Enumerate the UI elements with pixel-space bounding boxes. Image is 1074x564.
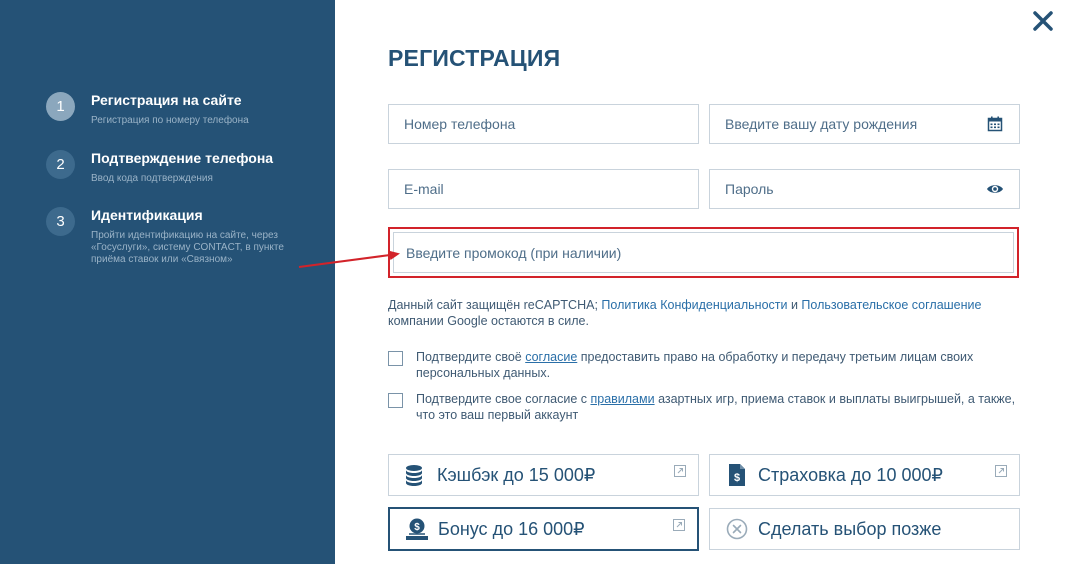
- external-link-icon: [674, 464, 686, 477]
- recaptcha-text: и: [787, 298, 802, 312]
- external-link-icon: [995, 464, 1007, 477]
- annotation-arrow-icon: [298, 250, 400, 268]
- external-link-icon: [673, 518, 685, 531]
- coins-icon: [404, 463, 428, 487]
- recaptcha-text: компании Google остаются в силе.: [388, 314, 589, 328]
- step-description: Пройти идентификацию на сайте, через «Го…: [91, 230, 284, 265]
- step-number: 2: [46, 150, 75, 179]
- bonus-option[interactable]: $ Бонус до 16 000₽: [388, 507, 699, 551]
- step-description: Регистрация по номеру телефона: [91, 115, 249, 126]
- choose-later-option[interactable]: Сделать выбор позже: [709, 508, 1020, 550]
- birthdate-field[interactable]: [709, 104, 1020, 144]
- cashback-option[interactable]: Кэшбэк до 15 000₽: [388, 454, 699, 496]
- svg-text:$: $: [734, 472, 740, 484]
- calendar-icon[interactable]: [986, 115, 1004, 133]
- steps-sidebar: 1 Регистрация на сайте Регистрация по но…: [0, 0, 335, 564]
- password-field[interactable]: [709, 169, 1020, 209]
- email-input[interactable]: [404, 181, 683, 197]
- phone-field[interactable]: [388, 104, 699, 144]
- close-button[interactable]: [1030, 8, 1056, 34]
- bonus-label: Бонус до 16 000₽: [438, 518, 585, 539]
- insurance-label: Страховка до 10 000₽: [758, 464, 943, 485]
- close-icon: [1033, 11, 1053, 31]
- promo-highlight: [388, 227, 1019, 278]
- email-field[interactable]: [388, 169, 699, 209]
- registration-form: РЕГИСТРАЦИЯ Номер телефона Введите вашу …: [335, 0, 1074, 564]
- cancel-circle-icon: [725, 517, 749, 541]
- promo-input[interactable]: [406, 244, 1001, 261]
- document-icon: $: [725, 463, 749, 487]
- consent-text: Подтвердите своё согласие предоставить п…: [416, 349, 1016, 381]
- step-title: Подтверждение телефона: [91, 150, 274, 166]
- money-hand-icon: $: [405, 517, 429, 541]
- consent-link[interactable]: согласие: [525, 350, 577, 364]
- recaptcha-notice: Данный сайт защищён reCAPTCHA; Политика …: [388, 297, 1028, 329]
- eye-icon[interactable]: [986, 180, 1004, 198]
- terms-link[interactable]: Пользовательское соглашение: [801, 298, 981, 312]
- promo-field[interactable]: [393, 232, 1014, 273]
- svg-text:$: $: [414, 522, 420, 533]
- recaptcha-text: Данный сайт защищён reCAPTCHA;: [388, 298, 602, 312]
- step-number: 3: [46, 207, 75, 236]
- password-input[interactable]: [725, 181, 986, 197]
- privacy-policy-link[interactable]: Политика Конфиденциальности: [601, 298, 787, 312]
- choose-later-label: Сделать выбор позже: [758, 518, 942, 539]
- step-title: Регистрация на сайте: [91, 92, 242, 108]
- consent-text: Подтвердите свое согласие с правилами аз…: [416, 391, 1016, 423]
- page-title: РЕГИСТРАЦИЯ: [388, 45, 561, 71]
- consent-rules-checkbox[interactable]: [388, 393, 403, 408]
- consent-personal-data-checkbox[interactable]: [388, 351, 403, 366]
- step-title: Идентификация: [91, 207, 203, 223]
- consent-text-part: Подтвердите свое согласие с: [416, 392, 591, 406]
- registration-modal: 1 Регистрация на сайте Регистрация по но…: [0, 0, 1074, 564]
- insurance-option[interactable]: $ Страховка до 10 000₽: [709, 454, 1020, 496]
- birthdate-input[interactable]: [725, 116, 986, 132]
- phone-input[interactable]: [404, 116, 683, 132]
- step-description: Ввод кода подтверждения: [91, 173, 213, 184]
- consent-text-part: Подтвердите своё: [416, 350, 526, 364]
- cashback-label: Кэшбэк до 15 000₽: [437, 464, 596, 485]
- step-number: 1: [46, 92, 75, 121]
- rules-link[interactable]: правилами: [590, 392, 654, 406]
